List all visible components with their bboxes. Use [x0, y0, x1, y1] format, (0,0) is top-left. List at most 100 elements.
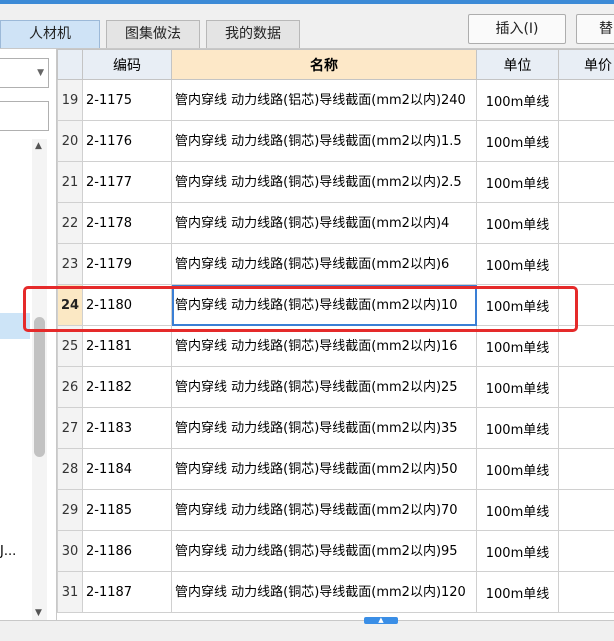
- price-cell[interactable]: 1: [559, 449, 614, 490]
- price-cell[interactable]: [559, 162, 614, 203]
- code-cell[interactable]: 2-1182: [83, 367, 172, 408]
- price-cell[interactable]: 5: [559, 80, 614, 121]
- row-number[interactable]: 25: [58, 326, 83, 367]
- price-cell[interactable]: [559, 203, 614, 244]
- row-number[interactable]: 29: [58, 490, 83, 531]
- row-number[interactable]: 23: [58, 244, 83, 285]
- name-cell[interactable]: 管内穿线 动力线路(铜芯)导线截面(mm2以内)6: [172, 244, 477, 285]
- name-cell[interactable]: 管内穿线 动力线路(铜芯)导线截面(mm2以内)1.5: [172, 121, 477, 162]
- code-cell[interactable]: 2-1186: [83, 531, 172, 572]
- price-cell[interactable]: [559, 367, 614, 408]
- table-header: 编码 名称 单位 单价: [58, 50, 614, 80]
- category-select[interactable]: ▼: [0, 58, 49, 88]
- unit-cell[interactable]: 100m单线: [477, 80, 559, 121]
- quota-table: 编码 名称 单位 单价 192-1175管内穿线 动力线路(铝芯)导线截面(mm…: [57, 49, 614, 613]
- name-cell[interactable]: 管内穿线 动力线路(铜芯)导线截面(mm2以内)50: [172, 449, 477, 490]
- row-number[interactable]: 19: [58, 80, 83, 121]
- header-unit[interactable]: 单位: [477, 50, 559, 80]
- tab-labor-materials-machinery[interactable]: 人材机: [0, 20, 100, 48]
- code-cell[interactable]: 2-1187: [83, 572, 172, 613]
- table-row[interactable]: 212-1177管内穿线 动力线路(铜芯)导线截面(mm2以内)2.5100m单…: [58, 162, 614, 203]
- table-row[interactable]: 222-1178管内穿线 动力线路(铜芯)导线截面(mm2以内)4100m单线: [58, 203, 614, 244]
- table-row[interactable]: 272-1183管内穿线 动力线路(铜芯)导线截面(mm2以内)35100m单线: [58, 408, 614, 449]
- code-cell[interactable]: 2-1183: [83, 408, 172, 449]
- header-name[interactable]: 名称: [172, 50, 477, 80]
- unit-cell[interactable]: 100m单线: [477, 449, 559, 490]
- table-row[interactable]: 282-1184管内穿线 动力线路(铜芯)导线截面(mm2以内)50100m单线…: [58, 449, 614, 490]
- unit-cell[interactable]: 100m单线: [477, 326, 559, 367]
- row-number[interactable]: 28: [58, 449, 83, 490]
- name-cell[interactable]: 管内穿线 动力线路(铜芯)导线截面(mm2以内)35: [172, 408, 477, 449]
- code-cell[interactable]: 2-1185: [83, 490, 172, 531]
- unit-cell[interactable]: 100m单线: [477, 408, 559, 449]
- table-row[interactable]: 202-1176管内穿线 动力线路(铜芯)导线截面(mm2以内)1.5100m单…: [58, 121, 614, 162]
- unit-cell[interactable]: 100m单线: [477, 203, 559, 244]
- name-cell[interactable]: 管内穿线 动力线路(铜芯)导线截面(mm2以内)70: [172, 490, 477, 531]
- row-number[interactable]: 20: [58, 121, 83, 162]
- code-cell[interactable]: 2-1184: [83, 449, 172, 490]
- price-cell[interactable]: [559, 244, 614, 285]
- tab-my-data[interactable]: 我的数据: [206, 20, 300, 48]
- unit-cell[interactable]: 100m单线: [477, 285, 559, 326]
- code-cell[interactable]: 2-1175: [83, 80, 172, 121]
- tree-item[interactable]: J...: [0, 544, 16, 559]
- tab-atlas-methods[interactable]: 图集做法: [106, 20, 200, 48]
- insert-button[interactable]: 插入(I): [468, 14, 566, 44]
- name-cell[interactable]: 管内穿线 动力线路(铝芯)导线截面(mm2以内)240: [172, 80, 477, 121]
- table-row[interactable]: 302-1186管内穿线 动力线路(铜芯)导线截面(mm2以内)95100m单线…: [58, 531, 614, 572]
- header-price[interactable]: 单价: [559, 50, 614, 80]
- name-cell[interactable]: 管内穿线 动力线路(铜芯)导线截面(mm2以内)10: [172, 285, 477, 326]
- row-number[interactable]: 30: [58, 531, 83, 572]
- table-row[interactable]: 262-1182管内穿线 动力线路(铜芯)导线截面(mm2以内)25100m单线: [58, 367, 614, 408]
- row-number[interactable]: 31: [58, 572, 83, 613]
- code-cell[interactable]: 2-1181: [83, 326, 172, 367]
- header-code[interactable]: 编码: [83, 50, 172, 80]
- price-cell[interactable]: [559, 408, 614, 449]
- table-row[interactable]: 232-1179管内穿线 动力线路(铜芯)导线截面(mm2以内)6100m单线: [58, 244, 614, 285]
- quota-table-container: 编码 名称 单位 单价 192-1175管内穿线 动力线路(铝芯)导线截面(mm…: [57, 49, 614, 620]
- chevron-up-icon[interactable]: ▲: [35, 141, 42, 151]
- price-cell[interactable]: 2: [559, 572, 614, 613]
- row-number[interactable]: 24: [58, 285, 83, 326]
- table-row[interactable]: 242-1180管内穿线 动力线路(铜芯)导线截面(mm2以内)10100m单线: [58, 285, 614, 326]
- name-cell[interactable]: 管内穿线 动力线路(铜芯)导线截面(mm2以内)120: [172, 572, 477, 613]
- unit-cell[interactable]: 100m单线: [477, 162, 559, 203]
- table-row[interactable]: 192-1175管内穿线 动力线路(铝芯)导线截面(mm2以内)240100m单…: [58, 80, 614, 121]
- table-row[interactable]: 252-1181管内穿线 动力线路(铜芯)导线截面(mm2以内)16100m单线: [58, 326, 614, 367]
- chevron-down-icon[interactable]: ▼: [35, 608, 42, 618]
- price-cell[interactable]: 1: [559, 531, 614, 572]
- table-row[interactable]: 292-1185管内穿线 动力线路(铜芯)导线截面(mm2以内)70100m单线: [58, 490, 614, 531]
- unit-cell[interactable]: 100m单线: [477, 121, 559, 162]
- name-cell[interactable]: 管内穿线 动力线路(铜芯)导线截面(mm2以内)2.5: [172, 162, 477, 203]
- row-number[interactable]: 22: [58, 203, 83, 244]
- scrollbar-thumb[interactable]: [34, 317, 45, 457]
- unit-cell[interactable]: 100m单线: [477, 367, 559, 408]
- tree-selected-item[interactable]: [0, 313, 30, 339]
- unit-cell[interactable]: 100m单线: [477, 572, 559, 613]
- code-cell[interactable]: 2-1180: [83, 285, 172, 326]
- row-number[interactable]: 26: [58, 367, 83, 408]
- price-cell[interactable]: [559, 490, 614, 531]
- price-cell[interactable]: [559, 326, 614, 367]
- code-cell[interactable]: 2-1178: [83, 203, 172, 244]
- splitter-grip[interactable]: ▲: [364, 617, 398, 624]
- row-number[interactable]: 21: [58, 162, 83, 203]
- chevron-down-icon: ▼: [37, 68, 44, 78]
- row-number[interactable]: 27: [58, 408, 83, 449]
- name-cell[interactable]: 管内穿线 动力线路(铜芯)导线截面(mm2以内)4: [172, 203, 477, 244]
- search-input[interactable]: [0, 101, 49, 131]
- code-cell[interactable]: 2-1177: [83, 162, 172, 203]
- replace-button[interactable]: 替: [576, 14, 614, 44]
- name-cell[interactable]: 管内穿线 动力线路(铜芯)导线截面(mm2以内)25: [172, 367, 477, 408]
- code-cell[interactable]: 2-1176: [83, 121, 172, 162]
- name-cell[interactable]: 管内穿线 动力线路(铜芯)导线截面(mm2以内)95: [172, 531, 477, 572]
- price-cell[interactable]: [559, 285, 614, 326]
- left-scrollbar[interactable]: ▲ ▼: [32, 139, 47, 620]
- table-row[interactable]: 312-1187管内穿线 动力线路(铜芯)导线截面(mm2以内)120100m单…: [58, 572, 614, 613]
- unit-cell[interactable]: 100m单线: [477, 531, 559, 572]
- price-cell[interactable]: [559, 121, 614, 162]
- code-cell[interactable]: 2-1179: [83, 244, 172, 285]
- unit-cell[interactable]: 100m单线: [477, 490, 559, 531]
- unit-cell[interactable]: 100m单线: [477, 244, 559, 285]
- name-cell[interactable]: 管内穿线 动力线路(铜芯)导线截面(mm2以内)16: [172, 326, 477, 367]
